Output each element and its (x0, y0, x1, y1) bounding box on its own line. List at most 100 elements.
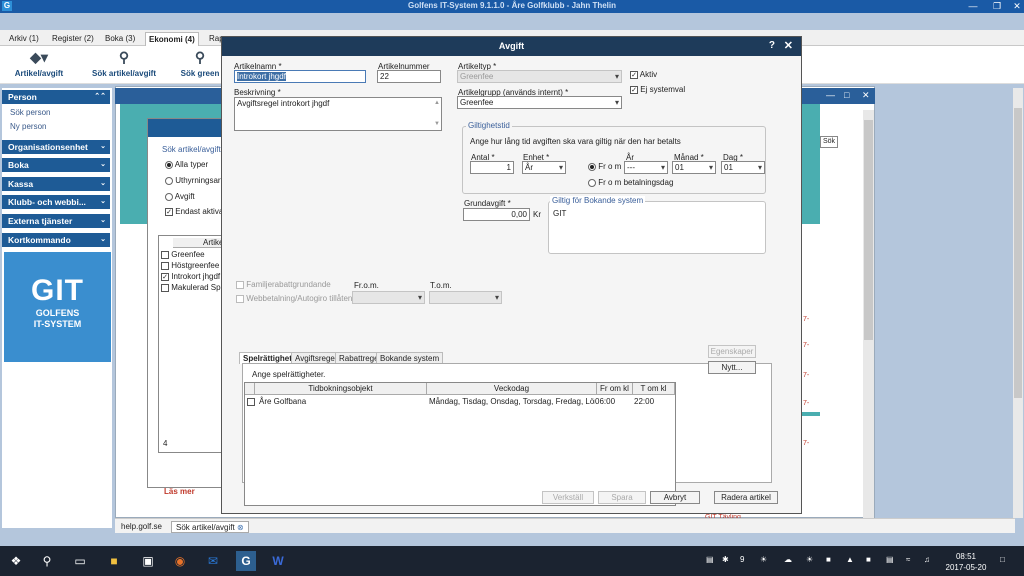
verkstall-button[interactable]: Verkställ (542, 491, 594, 504)
sidebar-organisation[interactable]: Organisationsenhet ⌄ (2, 140, 110, 154)
golfens-app-icon[interactable]: G (236, 551, 256, 571)
aktiv-checkbox[interactable]: ✓ Aktiv (630, 70, 657, 79)
maximize-icon[interactable]: □ (844, 90, 849, 100)
ej-systemval-checkbox[interactable]: ✓ Ej systemval (630, 85, 685, 94)
scroll-down-icon[interactable]: ▼ (434, 119, 440, 130)
grundavgift-input[interactable]: 0,00 (463, 208, 530, 221)
antal-input[interactable]: 1 (470, 161, 514, 174)
search-panel-title: Sök artikel/avgift (162, 145, 221, 154)
volume-icon[interactable]: ♫ (924, 555, 930, 564)
table-row[interactable]: Greenfee (161, 250, 227, 259)
tray-icon[interactable]: ☁ (784, 555, 792, 564)
tray-icon[interactable]: ▤ (886, 555, 894, 564)
sidebar-externa[interactable]: Externa tjänster ⌄ (2, 214, 110, 228)
tray-icon[interactable]: ■ (826, 555, 831, 564)
scroll-thumb[interactable] (1014, 108, 1022, 398)
store-icon[interactable]: ▣ (138, 551, 158, 571)
outlook-icon[interactable]: ✉ (203, 551, 223, 571)
radio-off-icon (588, 178, 596, 187)
sidebar-person-label: Person (8, 92, 37, 102)
artikelnamn-input[interactable]: Introkort jhgdf (234, 70, 366, 83)
background-scrollbar[interactable] (863, 110, 874, 518)
firefox-icon[interactable]: ◉ (170, 551, 190, 571)
radio-from[interactable]: Fr o m (588, 162, 621, 171)
tab-sok-artikel[interactable]: Sök artikel/avgift ⊗ (171, 521, 249, 533)
window-title: Golfens IT-System 9.1.1.0 - Åre Golfklub… (407, 1, 617, 10)
table-row[interactable]: Makulerad Spe (161, 283, 227, 292)
dag-select[interactable]: 01 (721, 161, 765, 174)
artikelgrupp-select[interactable]: Greenfee (457, 96, 622, 109)
tray-icon[interactable]: ■ (866, 555, 871, 564)
tab-ekonomi[interactable]: Ekonomi (4) (145, 32, 199, 46)
close-window-button[interactable]: ✕ (1008, 0, 1024, 13)
artikeltyp-select[interactable]: Greenfee (457, 70, 622, 83)
sidebar-person[interactable]: Person ⌃⌃ (2, 90, 110, 104)
tab-register[interactable]: Register (2) (49, 32, 97, 46)
radio-avgift[interactable]: Avgift (165, 192, 195, 201)
help-button[interactable]: ? (769, 40, 775, 51)
artikelnummer-input[interactable]: 22 (377, 70, 441, 83)
wifi-icon[interactable]: ≈ (906, 555, 910, 564)
egenskaper-button[interactable]: Egenskaper (708, 345, 756, 358)
radio-alla-typer[interactable]: Alla typer (165, 160, 208, 169)
read-more-link[interactable]: Läs mer (164, 487, 195, 496)
scroll-up-icon[interactable]: ▲ (434, 98, 440, 109)
nytt-button[interactable]: Nytt... (708, 361, 756, 374)
check-icon[interactable]: ✓ (161, 272, 169, 281)
restore-button[interactable]: ❐ (988, 0, 1006, 13)
ar-select[interactable]: --- (624, 161, 668, 174)
sok-person-link[interactable]: Sök person (10, 108, 50, 117)
radio-from-betalningsdag[interactable]: Fr o m betalningsdag (588, 178, 673, 187)
table-row[interactable]: Höstgreenfee (161, 261, 227, 270)
avbryt-button[interactable]: Avbryt (650, 491, 700, 504)
checkbox-icon[interactable] (161, 283, 169, 292)
action-center-icon[interactable]: □ (1000, 555, 1005, 564)
close-dialog-button[interactable]: ✕ (784, 39, 793, 52)
tab-boka[interactable]: Boka (3) (102, 32, 138, 46)
sidebar-kortkommando[interactable]: Kortkommando ⌄ (2, 233, 110, 247)
tom-date-select[interactable] (429, 291, 502, 304)
task-view-icon[interactable]: ▭ (70, 551, 90, 571)
table-row[interactable]: ✓ Introkort jhgdf (161, 272, 227, 281)
word-icon[interactable]: W (268, 551, 288, 571)
ny-person-link[interactable]: Ny person (10, 122, 46, 131)
network-icon[interactable]: ▤ (706, 555, 714, 564)
tray-icon[interactable]: ☀ (760, 555, 767, 564)
checkbox-icon (236, 294, 244, 303)
file-explorer-icon[interactable]: ■ (104, 551, 124, 571)
webbetalning-checkbox[interactable]: Webbetalning/Autogiro tillåten (236, 294, 352, 303)
enhet-select[interactable]: År (522, 161, 566, 174)
familjerabatt-checkbox[interactable]: Familjerabattgrundande (236, 280, 331, 289)
clock[interactable]: 08:51 2017-05-20 (944, 551, 988, 573)
sidebar-boka[interactable]: Boka ⌄ (2, 158, 110, 172)
checkbox-icon[interactable] (161, 250, 169, 259)
bluetooth-icon[interactable]: ✱ (722, 555, 729, 564)
checkbox-icon[interactable] (161, 261, 169, 270)
windows-start-icon[interactable]: ❖ (6, 551, 26, 571)
tab-help-golf[interactable]: help.golf.se (117, 521, 166, 533)
from-date-select[interactable] (352, 291, 425, 304)
artikel-avgift-button[interactable]: ◆▾ Artikel/avgift (8, 49, 70, 83)
minimize-button[interactable]: — (964, 0, 982, 13)
spara-button[interactable]: Spara (598, 491, 646, 504)
notification-badge[interactable]: 9 (740, 555, 744, 564)
close-tab-icon[interactable]: ⊗ (237, 523, 244, 532)
row-checkbox[interactable] (247, 396, 255, 408)
radera-artikel-button[interactable]: Radera artikel (714, 491, 778, 504)
close-icon[interactable]: ✕ (862, 90, 870, 101)
sidebar-klubb[interactable]: Klubb- och webbi... ⌄ (2, 195, 110, 209)
sok-artikel-button[interactable]: ⚲ Sök artikel/avgift (86, 49, 162, 83)
main-scrollbar[interactable] (1013, 88, 1023, 518)
sidebar-kassa[interactable]: Kassa ⌄ (2, 177, 110, 191)
tray-icon[interactable]: ▲ (846, 555, 854, 564)
search-icon[interactable]: ⚲ (37, 551, 57, 571)
scroll-thumb[interactable] (864, 120, 873, 340)
beskrivning-textarea[interactable]: Avgiftsregel introkort jhgdf ▲ ▼ (234, 97, 442, 131)
tab-arkiv[interactable]: Arkiv (1) (6, 32, 42, 46)
bg-search-button[interactable]: Sök (820, 136, 838, 148)
tray-icon[interactable]: ☀ (806, 555, 813, 564)
chevron-down-icon: ⌄ (100, 180, 106, 187)
minimize-icon[interactable]: — (826, 90, 835, 100)
sok-green-button[interactable]: ⚲ Sök green (178, 49, 222, 83)
manad-select[interactable]: 01 (672, 161, 716, 174)
